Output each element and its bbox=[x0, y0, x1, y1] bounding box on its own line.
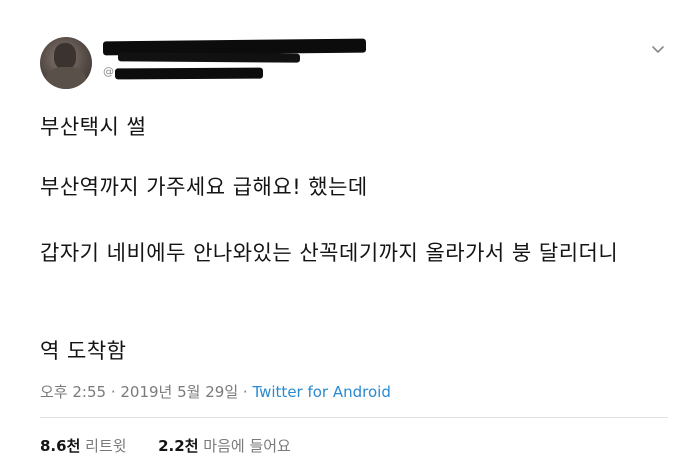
handle-prefix: @ bbox=[103, 65, 114, 78]
retweets-stat[interactable]: 8.6천 리트윗 bbox=[40, 437, 131, 455]
tweet-meta: 오후 2:55 · 2019년 5월 29일 · Twitter for And… bbox=[40, 381, 391, 402]
tweet-text-line-4: 역 도착함 bbox=[40, 339, 127, 363]
retweets-label: 리트윗 bbox=[85, 437, 127, 455]
tweet-card: @ 부산택시 썰 부산역까지 가주세요 급해요! 했는데 갑자기 네비에두 안나… bbox=[0, 0, 700, 473]
meta-separator: · bbox=[238, 383, 253, 401]
divider bbox=[40, 417, 668, 418]
chevron-down-icon[interactable] bbox=[650, 42, 666, 58]
retweets-count: 8.6천 bbox=[40, 437, 81, 455]
tweet-time[interactable]: 오후 2:55 bbox=[40, 383, 106, 401]
redacted-handle bbox=[114, 67, 264, 80]
avatar[interactable] bbox=[40, 37, 92, 89]
likes-label: 마음에 들어요 bbox=[203, 437, 291, 455]
tweet-text-line-1: 부산택시 썰 bbox=[40, 115, 147, 139]
redacted-display-name-extra bbox=[117, 52, 301, 63]
tweet-stats: 8.6천 리트윗 2.2천 마음에 들어요 bbox=[40, 435, 291, 456]
tweet-date[interactable]: 2019년 5월 29일 bbox=[120, 383, 238, 401]
tweet-text-line-3: 갑자기 네비에두 안나와있는 산꼭데기까지 올라가서 붕 달리더니 bbox=[40, 241, 619, 265]
tweet-source-link[interactable]: Twitter for Android bbox=[252, 383, 390, 401]
likes-stat[interactable]: 2.2천 마음에 들어요 bbox=[153, 437, 291, 455]
tweet-text-line-2: 부산역까지 가주세요 급해요! 했는데 bbox=[40, 175, 368, 199]
likes-count: 2.2천 bbox=[158, 437, 199, 455]
meta-separator: · bbox=[106, 383, 121, 401]
